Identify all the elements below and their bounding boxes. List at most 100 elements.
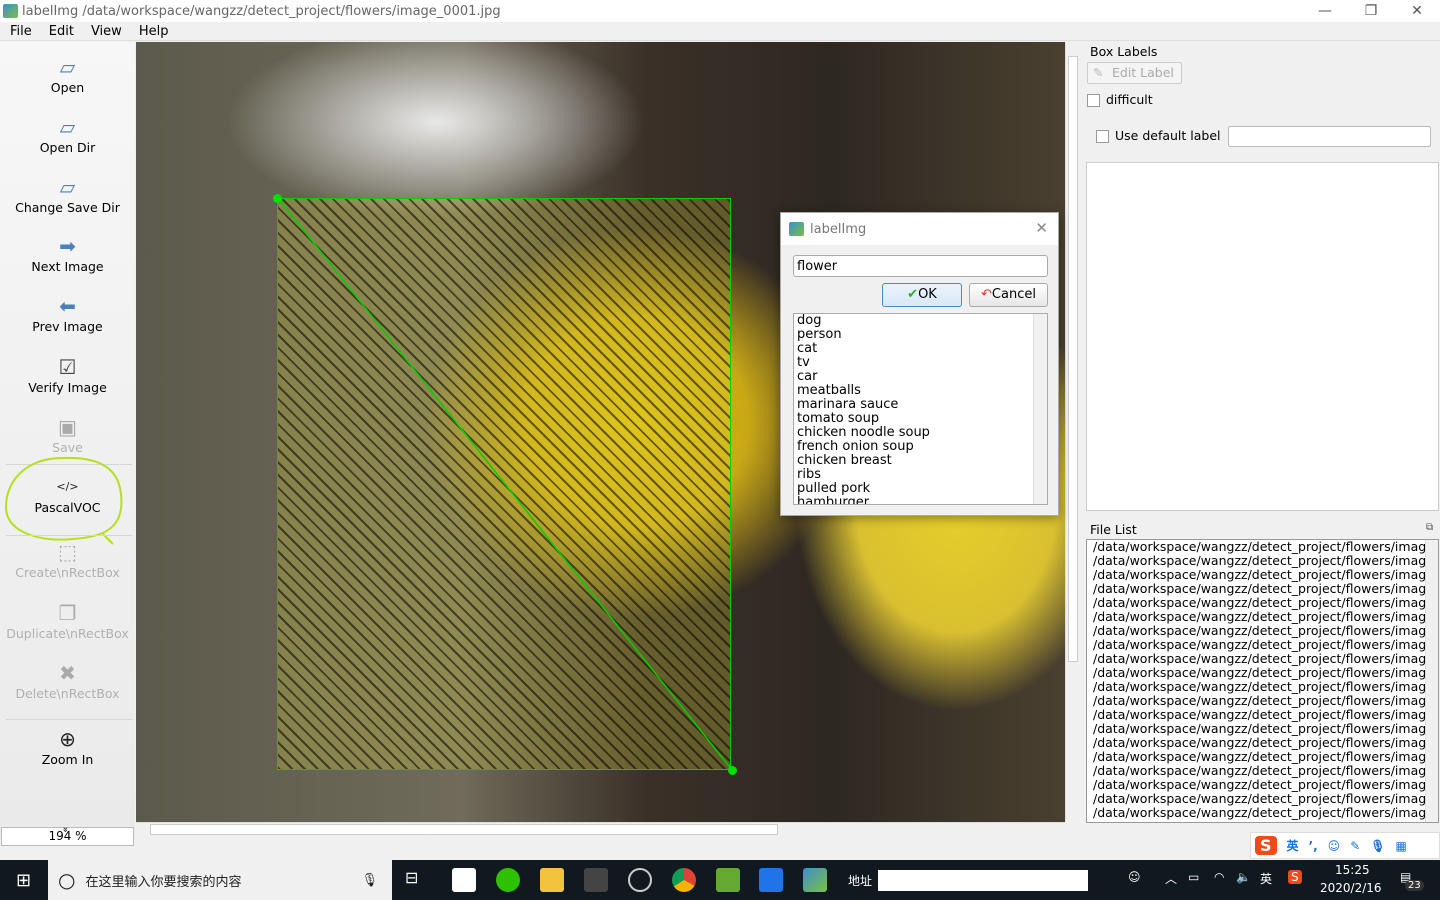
next-image-button[interactable]: ➡ Next Image <box>0 233 135 274</box>
use-default-label-checkbox[interactable]: Use default label <box>1096 128 1221 143</box>
open-button[interactable]: ▱ Open <box>0 54 135 95</box>
ime-language[interactable]: 英 <box>1287 837 1299 854</box>
pen-icon[interactable]: ✎ <box>1350 839 1360 853</box>
file-list-item[interactable]: /data/workspace/wangzz/detect_project/fl… <box>1090 708 1425 722</box>
wifi-icon[interactable]: ◠ <box>1214 870 1224 884</box>
labelimg-taskbar-icon[interactable] <box>803 868 827 892</box>
editor-icon[interactable] <box>716 868 740 892</box>
canvas-vertical-scrollbar[interactable] <box>1065 42 1079 822</box>
file-list-item[interactable]: /data/workspace/wangzz/detect_project/fl… <box>1090 624 1425 638</box>
label-list-item[interactable]: cat <box>794 342 1047 356</box>
minimize-button[interactable]: — <box>1302 0 1348 22</box>
taskbar-search[interactable]: ○ 在这里输入你要搜索的内容 🎙 <box>48 860 392 900</box>
file-list-item[interactable]: /data/workspace/wangzz/detect_project/fl… <box>1090 638 1425 652</box>
maximize-button[interactable]: ❐ <box>1348 0 1394 22</box>
menu-help[interactable]: Help <box>129 22 176 40</box>
dialog-close-icon[interactable]: ✕ <box>1035 219 1048 237</box>
file-list-item[interactable]: /data/workspace/wangzz/detect_project/fl… <box>1090 778 1425 792</box>
file-list-item[interactable]: /data/workspace/wangzz/detect_project/fl… <box>1090 596 1425 610</box>
grid-icon[interactable]: ▦ <box>1395 839 1406 853</box>
label-list-item[interactable]: tomato soup <box>794 412 1047 426</box>
difficult-checkbox[interactable]: difficult <box>1087 92 1153 107</box>
file-list-item[interactable]: /data/workspace/wangzz/detect_project/fl… <box>1090 764 1425 778</box>
close-button[interactable]: ✕ <box>1394 0 1440 22</box>
mail-icon[interactable] <box>452 868 476 892</box>
label-history-list[interactable]: dog person cat tv car meatballs marinara sauce… <box>793 313 1048 505</box>
float-dock-icon[interactable]: ⧉ <box>1426 522 1433 533</box>
file-list-item[interactable]: /data/workspace/wangzz/detect_project/fl… <box>1090 540 1425 554</box>
address-input[interactable] <box>878 870 1088 891</box>
microphone-icon[interactable]: 🎙 <box>1370 839 1385 853</box>
label-list-item[interactable]: ribs <box>794 468 1047 482</box>
label-list-item[interactable]: chicken noodle soup <box>794 426 1047 440</box>
file-list-item[interactable]: /data/workspace/wangzz/detect_project/fl… <box>1090 750 1425 764</box>
battery-icon[interactable]: ▭ <box>1188 870 1199 884</box>
create-rectbox-button[interactable]: ⬚ Create\nRectBox <box>0 539 135 580</box>
cancel-button[interactable]: ↶Cancel <box>969 283 1048 307</box>
ime-indicator[interactable]: 英 <box>1260 870 1272 887</box>
terminal-icon[interactable] <box>584 868 608 892</box>
microphone-icon[interactable]: 🎙 <box>361 873 378 888</box>
verify-image-button[interactable]: ☑ Verify Image <box>0 354 135 395</box>
file-list[interactable]: /data/workspace/wangzz/detect_project/fl… <box>1086 539 1439 823</box>
wechat-icon[interactable] <box>496 868 520 892</box>
file-list-item[interactable]: /data/workspace/wangzz/detect_project/fl… <box>1090 680 1425 694</box>
file-list-item[interactable]: /data/workspace/wangzz/detect_project/fl… <box>1090 568 1425 582</box>
label-list-item[interactable]: person <box>794 328 1047 342</box>
label-list-item[interactable]: car <box>794 370 1047 384</box>
menu-edit[interactable]: Edit <box>39 22 81 40</box>
more-tools-chevron-icon[interactable]: » <box>60 826 71 832</box>
label-list-item[interactable]: meatballs <box>794 384 1047 398</box>
file-explorer-icon[interactable] <box>540 868 564 892</box>
box-corner-handle[interactable] <box>728 766 737 775</box>
label-list-item[interactable]: hamburger <box>794 496 1047 505</box>
label-list-item[interactable]: chicken breast <box>794 454 1047 468</box>
windows-start-icon[interactable]: ⊞ <box>16 870 31 891</box>
chrome-icon[interactable] <box>672 868 696 892</box>
menu-view[interactable]: View <box>81 22 129 40</box>
label-list-scrollbar[interactable] <box>1033 314 1047 504</box>
punctuation-icon[interactable]: ’, <box>1309 839 1318 853</box>
change-save-dir-button[interactable]: ▱ Change Save Dir <box>0 174 135 215</box>
label-list-item[interactable]: tv <box>794 356 1047 370</box>
file-list-item[interactable]: /data/workspace/wangzz/detect_project/fl… <box>1090 582 1425 596</box>
canvas-horizontal-scrollbar[interactable] <box>136 822 1065 836</box>
file-list-item[interactable]: /data/workspace/wangzz/detect_project/fl… <box>1090 736 1425 750</box>
label-list-item[interactable]: marinara sauce <box>794 398 1047 412</box>
box-corner-handle[interactable] <box>273 194 282 203</box>
clock-time[interactable]: 15:25 <box>1335 863 1370 877</box>
open-dir-button[interactable]: ▱ Open Dir <box>0 114 135 155</box>
file-list-scrollbar[interactable] <box>1425 540 1438 822</box>
wps-icon[interactable] <box>759 868 783 892</box>
prev-image-button[interactable]: ⬅ Prev Image <box>0 293 135 334</box>
file-list-item[interactable]: /data/workspace/wangzz/detect_project/fl… <box>1090 694 1425 708</box>
ok-button[interactable]: ✔OK <box>882 283 962 307</box>
file-list-item[interactable]: /data/workspace/wangzz/detect_project/fl… <box>1090 554 1425 568</box>
tray-chevron-icon[interactable]: ︿ <box>1165 870 1177 887</box>
task-view-icon[interactable]: ⊟ <box>405 868 429 892</box>
duplicate-rectbox-button[interactable]: ❐ Duplicate\nRectBox <box>0 600 135 641</box>
app-circle-icon[interactable] <box>628 868 652 892</box>
sogou-tray-icon[interactable]: S <box>1288 870 1302 884</box>
file-list-item[interactable]: /data/workspace/wangzz/detect_project/fl… <box>1090 806 1425 820</box>
label-list-item[interactable]: french onion soup <box>794 440 1047 454</box>
file-list-item[interactable]: /data/workspace/wangzz/detect_project/fl… <box>1090 722 1425 736</box>
label-input[interactable] <box>793 255 1048 277</box>
file-list-item[interactable]: /data/workspace/wangzz/detect_project/fl… <box>1090 652 1425 666</box>
box-labels-list[interactable] <box>1086 162 1439 511</box>
delete-rectbox-button[interactable]: ✖ Delete\nRectBox <box>0 660 135 701</box>
label-list-item[interactable]: dog <box>794 314 1047 328</box>
save-button[interactable]: ▣ Save <box>0 414 135 455</box>
default-label-input[interactable] <box>1228 126 1431 147</box>
zoom-in-button[interactable]: ⊕ Zoom In <box>0 726 135 767</box>
file-list-item[interactable]: /data/workspace/wangzz/detect_project/fl… <box>1090 610 1425 624</box>
edit-label-button[interactable]: ✎ Edit Label <box>1087 62 1182 84</box>
label-list-item[interactable]: pulled pork <box>794 482 1047 496</box>
menu-file[interactable]: File <box>0 22 39 40</box>
file-list-item[interactable]: /data/workspace/wangzz/detect_project/fl… <box>1090 792 1425 806</box>
file-list-item[interactable]: /data/workspace/wangzz/detect_project/fl… <box>1090 666 1425 680</box>
people-icon[interactable]: ☺ <box>1128 870 1141 884</box>
clock-date[interactable]: 2020/2/16 <box>1320 881 1382 895</box>
volume-icon[interactable]: 🔈 <box>1236 870 1251 884</box>
emoji-icon[interactable]: ☺ <box>1328 839 1341 853</box>
